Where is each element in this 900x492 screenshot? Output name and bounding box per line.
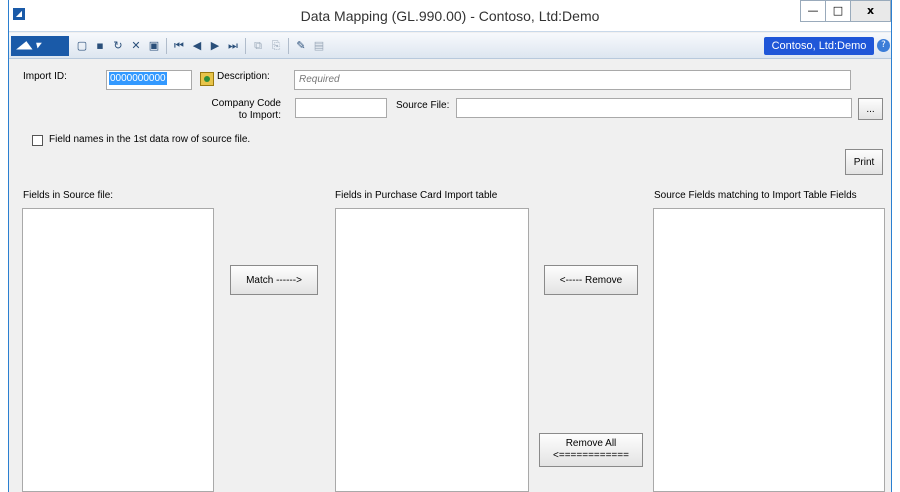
- description-label: Description:: [217, 71, 270, 82]
- maximize-button[interactable]: □: [825, 0, 851, 22]
- toolbar-separator: [288, 38, 289, 54]
- lookup-icon[interactable]: [200, 72, 214, 86]
- source-fields-list[interactable]: [22, 208, 214, 492]
- close-button[interactable]: x: [850, 0, 891, 22]
- toolbar-separator: [166, 38, 167, 54]
- attach-icon[interactable]: ▤: [312, 39, 326, 53]
- toolbar: ◢◣ ▾ ▢ ▪ ↻ ✕ ▣ ⏮ ◀ ▶ ⏭ ⧉ ⎘ ✎ ▤ Contoso, …: [9, 33, 891, 59]
- toolbar-separator: [245, 38, 246, 54]
- matched-fields-label: Source Fields matching to Import Table F…: [654, 190, 857, 201]
- match-button[interactable]: Match ------>: [230, 265, 318, 295]
- description-input[interactable]: Required: [294, 70, 851, 90]
- refresh-icon[interactable]: ↻: [111, 39, 125, 53]
- remove-all-arrow: <============: [553, 450, 629, 461]
- import-table-fields-label: Fields in Purchase Card Import table: [335, 190, 498, 201]
- company-code-label-line1: Company Code: [211, 98, 281, 109]
- company-code-label: Company Code to Import:: [193, 98, 281, 122]
- note-icon[interactable]: ✎: [294, 39, 308, 53]
- import-id-input[interactable]: 0000000000: [106, 70, 192, 90]
- remove-all-button[interactable]: Remove All <============: [539, 433, 643, 467]
- window-title: Data Mapping (GL.990.00) - Contoso, Ltd:…: [300, 8, 600, 24]
- new-icon[interactable]: ▢: [75, 39, 89, 53]
- field-names-checkbox-label: Field names in the 1st data row of sourc…: [49, 134, 251, 145]
- delete-icon[interactable]: ✕: [129, 39, 143, 53]
- menu-logo-icon[interactable]: ◢◣ ▾: [11, 36, 69, 56]
- import-id-value: 0000000000: [109, 72, 167, 85]
- copy-icon[interactable]: ⧉: [251, 39, 265, 53]
- browse-button[interactable]: ...: [858, 98, 883, 120]
- next-icon[interactable]: ▶: [208, 39, 222, 53]
- save-icon[interactable]: ▪: [93, 39, 107, 53]
- print-button[interactable]: Print: [845, 149, 883, 175]
- help-icon[interactable]: ?: [877, 39, 890, 52]
- import-table-fields-list[interactable]: [335, 208, 529, 492]
- save-close-icon[interactable]: ▣: [147, 39, 161, 53]
- minimize-button[interactable]: —: [800, 0, 826, 22]
- company-code-label-line2: to Import:: [238, 110, 281, 121]
- remove-all-label: Remove All: [565, 438, 617, 449]
- source-file-label: Source File:: [396, 100, 450, 111]
- field-names-checkbox[interactable]: [32, 135, 43, 146]
- company-code-input[interactable]: [295, 98, 387, 118]
- first-icon[interactable]: ⏮: [172, 39, 186, 53]
- source-fields-label: Fields in Source file:: [23, 190, 114, 201]
- data-mapping-window: ◢ Data Mapping (GL.990.00) - Contoso, Lt…: [8, 0, 892, 492]
- remove-button[interactable]: <----- Remove: [544, 265, 638, 295]
- last-icon[interactable]: ⏭: [226, 39, 240, 53]
- paste-icon[interactable]: ⎘: [269, 39, 283, 53]
- company-badge[interactable]: Contoso, Ltd:Demo: [764, 37, 874, 55]
- source-file-input[interactable]: [456, 98, 852, 118]
- previous-icon[interactable]: ◀: [190, 39, 204, 53]
- title-bar: ◢ Data Mapping (GL.990.00) - Contoso, Lt…: [9, 0, 891, 32]
- matched-fields-list[interactable]: [653, 208, 885, 492]
- import-id-label: Import ID:: [23, 71, 67, 82]
